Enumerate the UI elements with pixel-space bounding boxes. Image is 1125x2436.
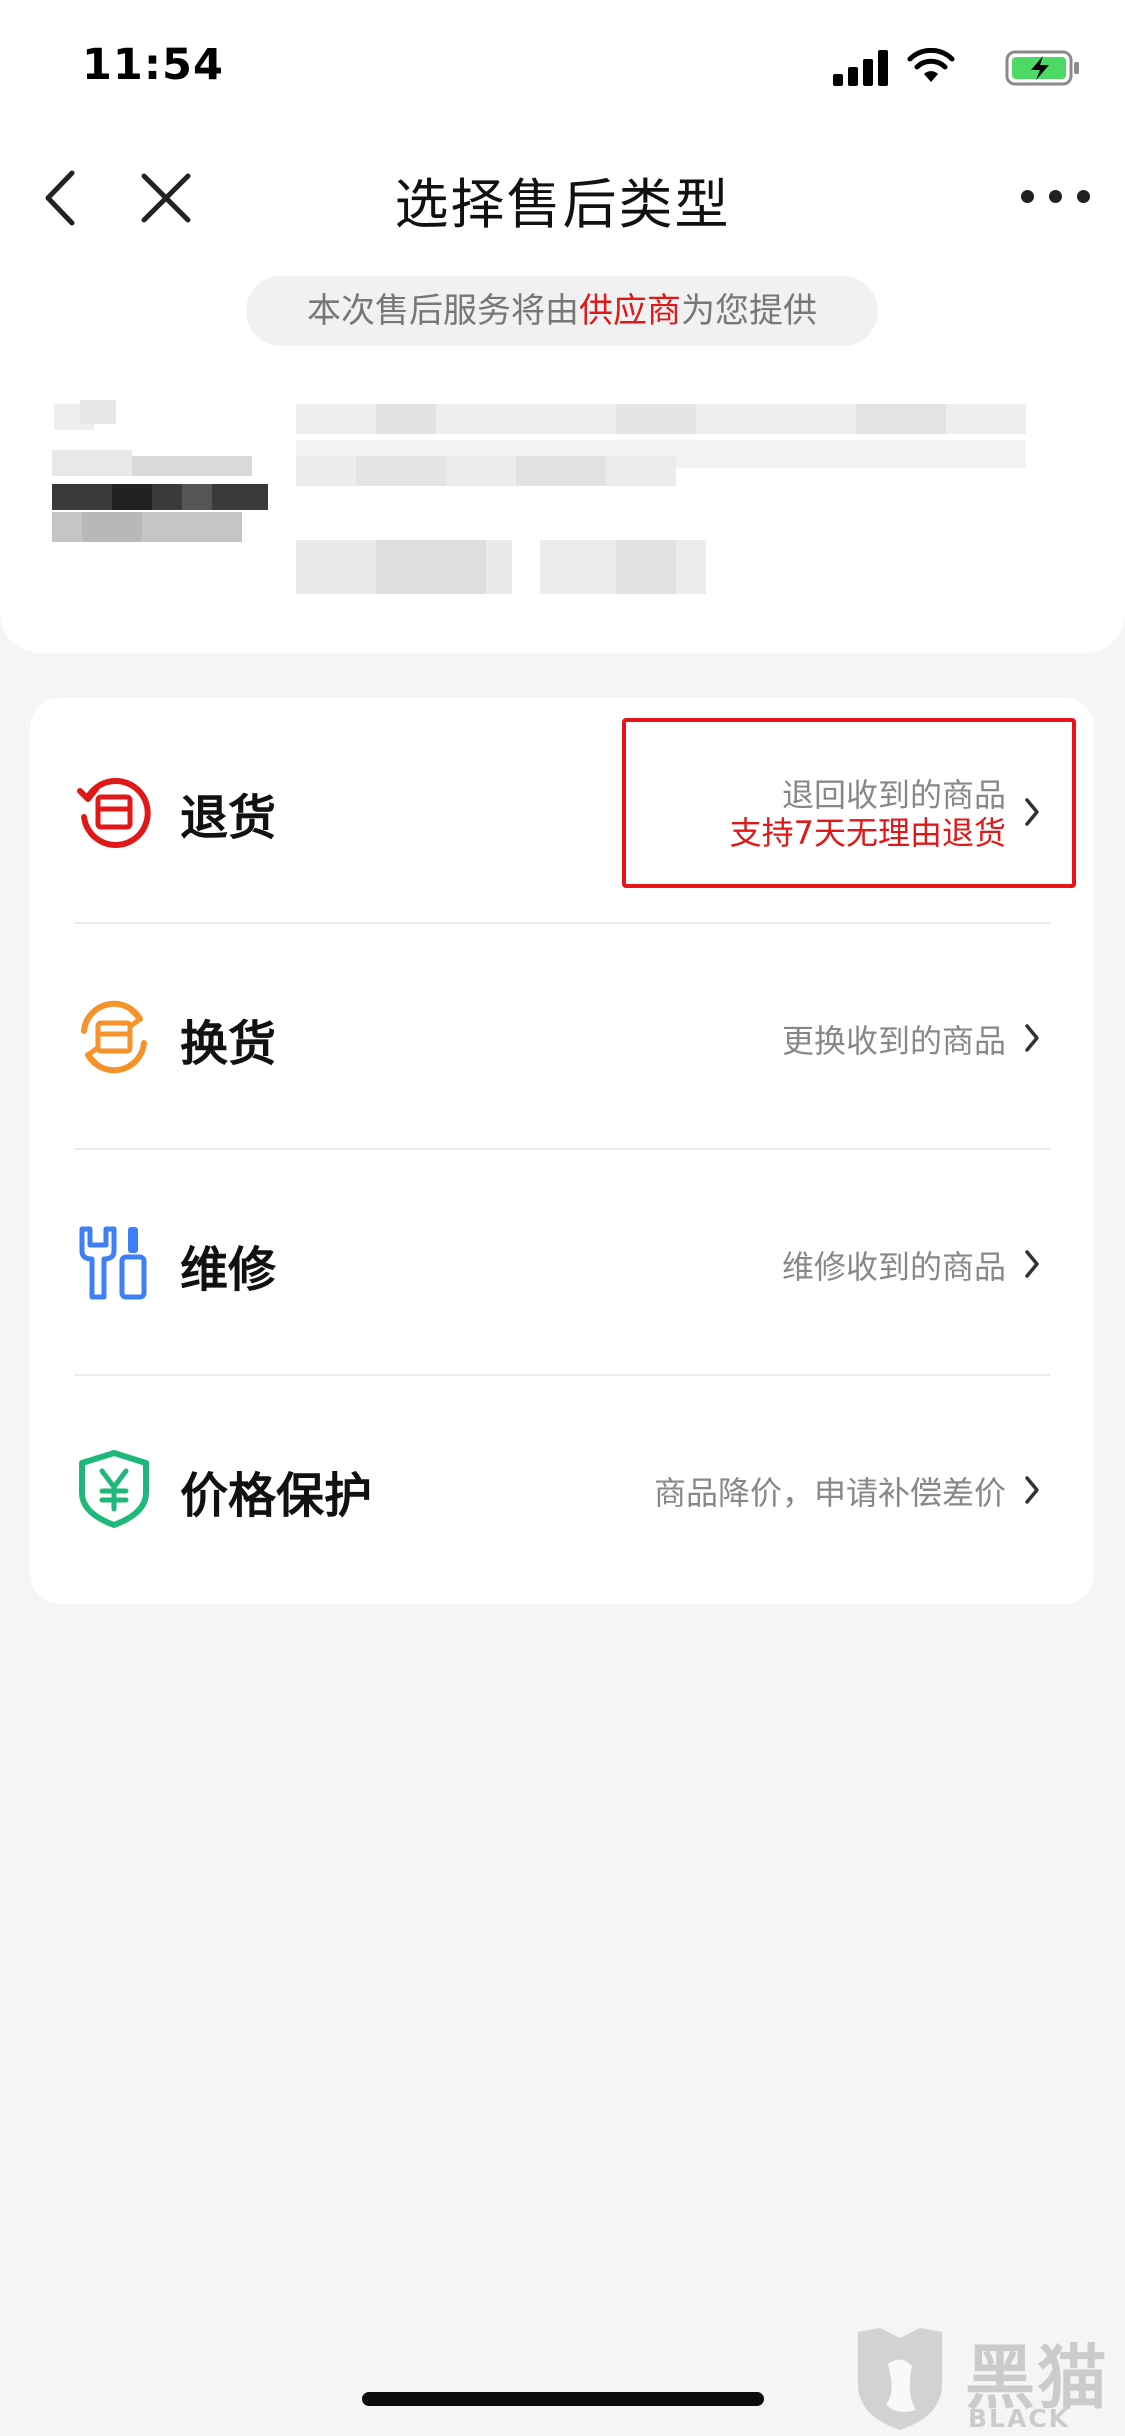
notice-prefix: 本次售后服务将由	[307, 291, 579, 331]
page-title: 选择售后类型	[394, 173, 731, 236]
repair-tools-icon	[79, 1226, 147, 1300]
option-price-protection[interactable]: 价格保护 商品降价，申请补偿差价	[30, 1376, 1094, 1602]
cellular-signal-icon	[833, 50, 891, 86]
more-options-icon[interactable]	[1021, 190, 1091, 204]
return-goods-icon	[77, 777, 151, 848]
notice-suffix: 为您提供	[681, 291, 817, 331]
chevron-right-icon	[1025, 1024, 1039, 1052]
product-thumbnail-blurred	[52, 400, 272, 550]
chevron-right-icon	[1025, 1250, 1039, 1278]
home-indicator	[362, 2392, 764, 2406]
supplier-notice: 本次售后服务将由供应商为您提供	[246, 276, 878, 346]
option-repair-label: 维修	[180, 1242, 277, 1298]
option-return-label: 退货	[180, 790, 277, 846]
chevron-right-icon	[1025, 1476, 1039, 1504]
battery-charging-icon	[1005, 50, 1079, 86]
option-repair[interactable]: 维修 维修收到的商品	[30, 1150, 1094, 1376]
option-exchange[interactable]: 换货 更换收到的商品	[30, 924, 1094, 1150]
notice-supplier-highlight: 供应商	[579, 291, 681, 331]
wifi-icon	[907, 48, 955, 82]
option-price-protection-label: 价格保护	[180, 1468, 373, 1524]
option-repair-desc: 维修收到的商品	[781, 1248, 1006, 1286]
status-time: 11:54	[82, 40, 224, 90]
watermark-en-text: BLACK CAT	[968, 2404, 1071, 2436]
option-exchange-desc: 更换收到的商品	[781, 1022, 1006, 1060]
option-price-protection-desc: 商品降价，申请补偿差价	[653, 1474, 1006, 1512]
black-cat-logo-icon	[858, 2328, 942, 2430]
exchange-goods-icon	[81, 1000, 147, 1074]
black-cat-watermark: 黑猫 BLACK CAT	[850, 2320, 1120, 2436]
status-icons	[811, 48, 1081, 88]
option-exchange-label: 换货	[180, 1016, 277, 1072]
yuan-shield-icon	[79, 1450, 149, 1528]
annotation-highlight-box	[622, 718, 1076, 888]
product-info-blurred	[296, 400, 1026, 600]
